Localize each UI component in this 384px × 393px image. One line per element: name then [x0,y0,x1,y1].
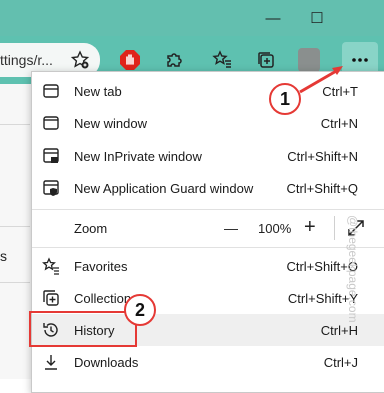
watermark: @thegeekpage.com [346,215,360,323]
step-badge-2: 2 [124,294,156,326]
history-highlight-box [29,311,137,347]
step-badge-1: 1 [269,83,301,115]
